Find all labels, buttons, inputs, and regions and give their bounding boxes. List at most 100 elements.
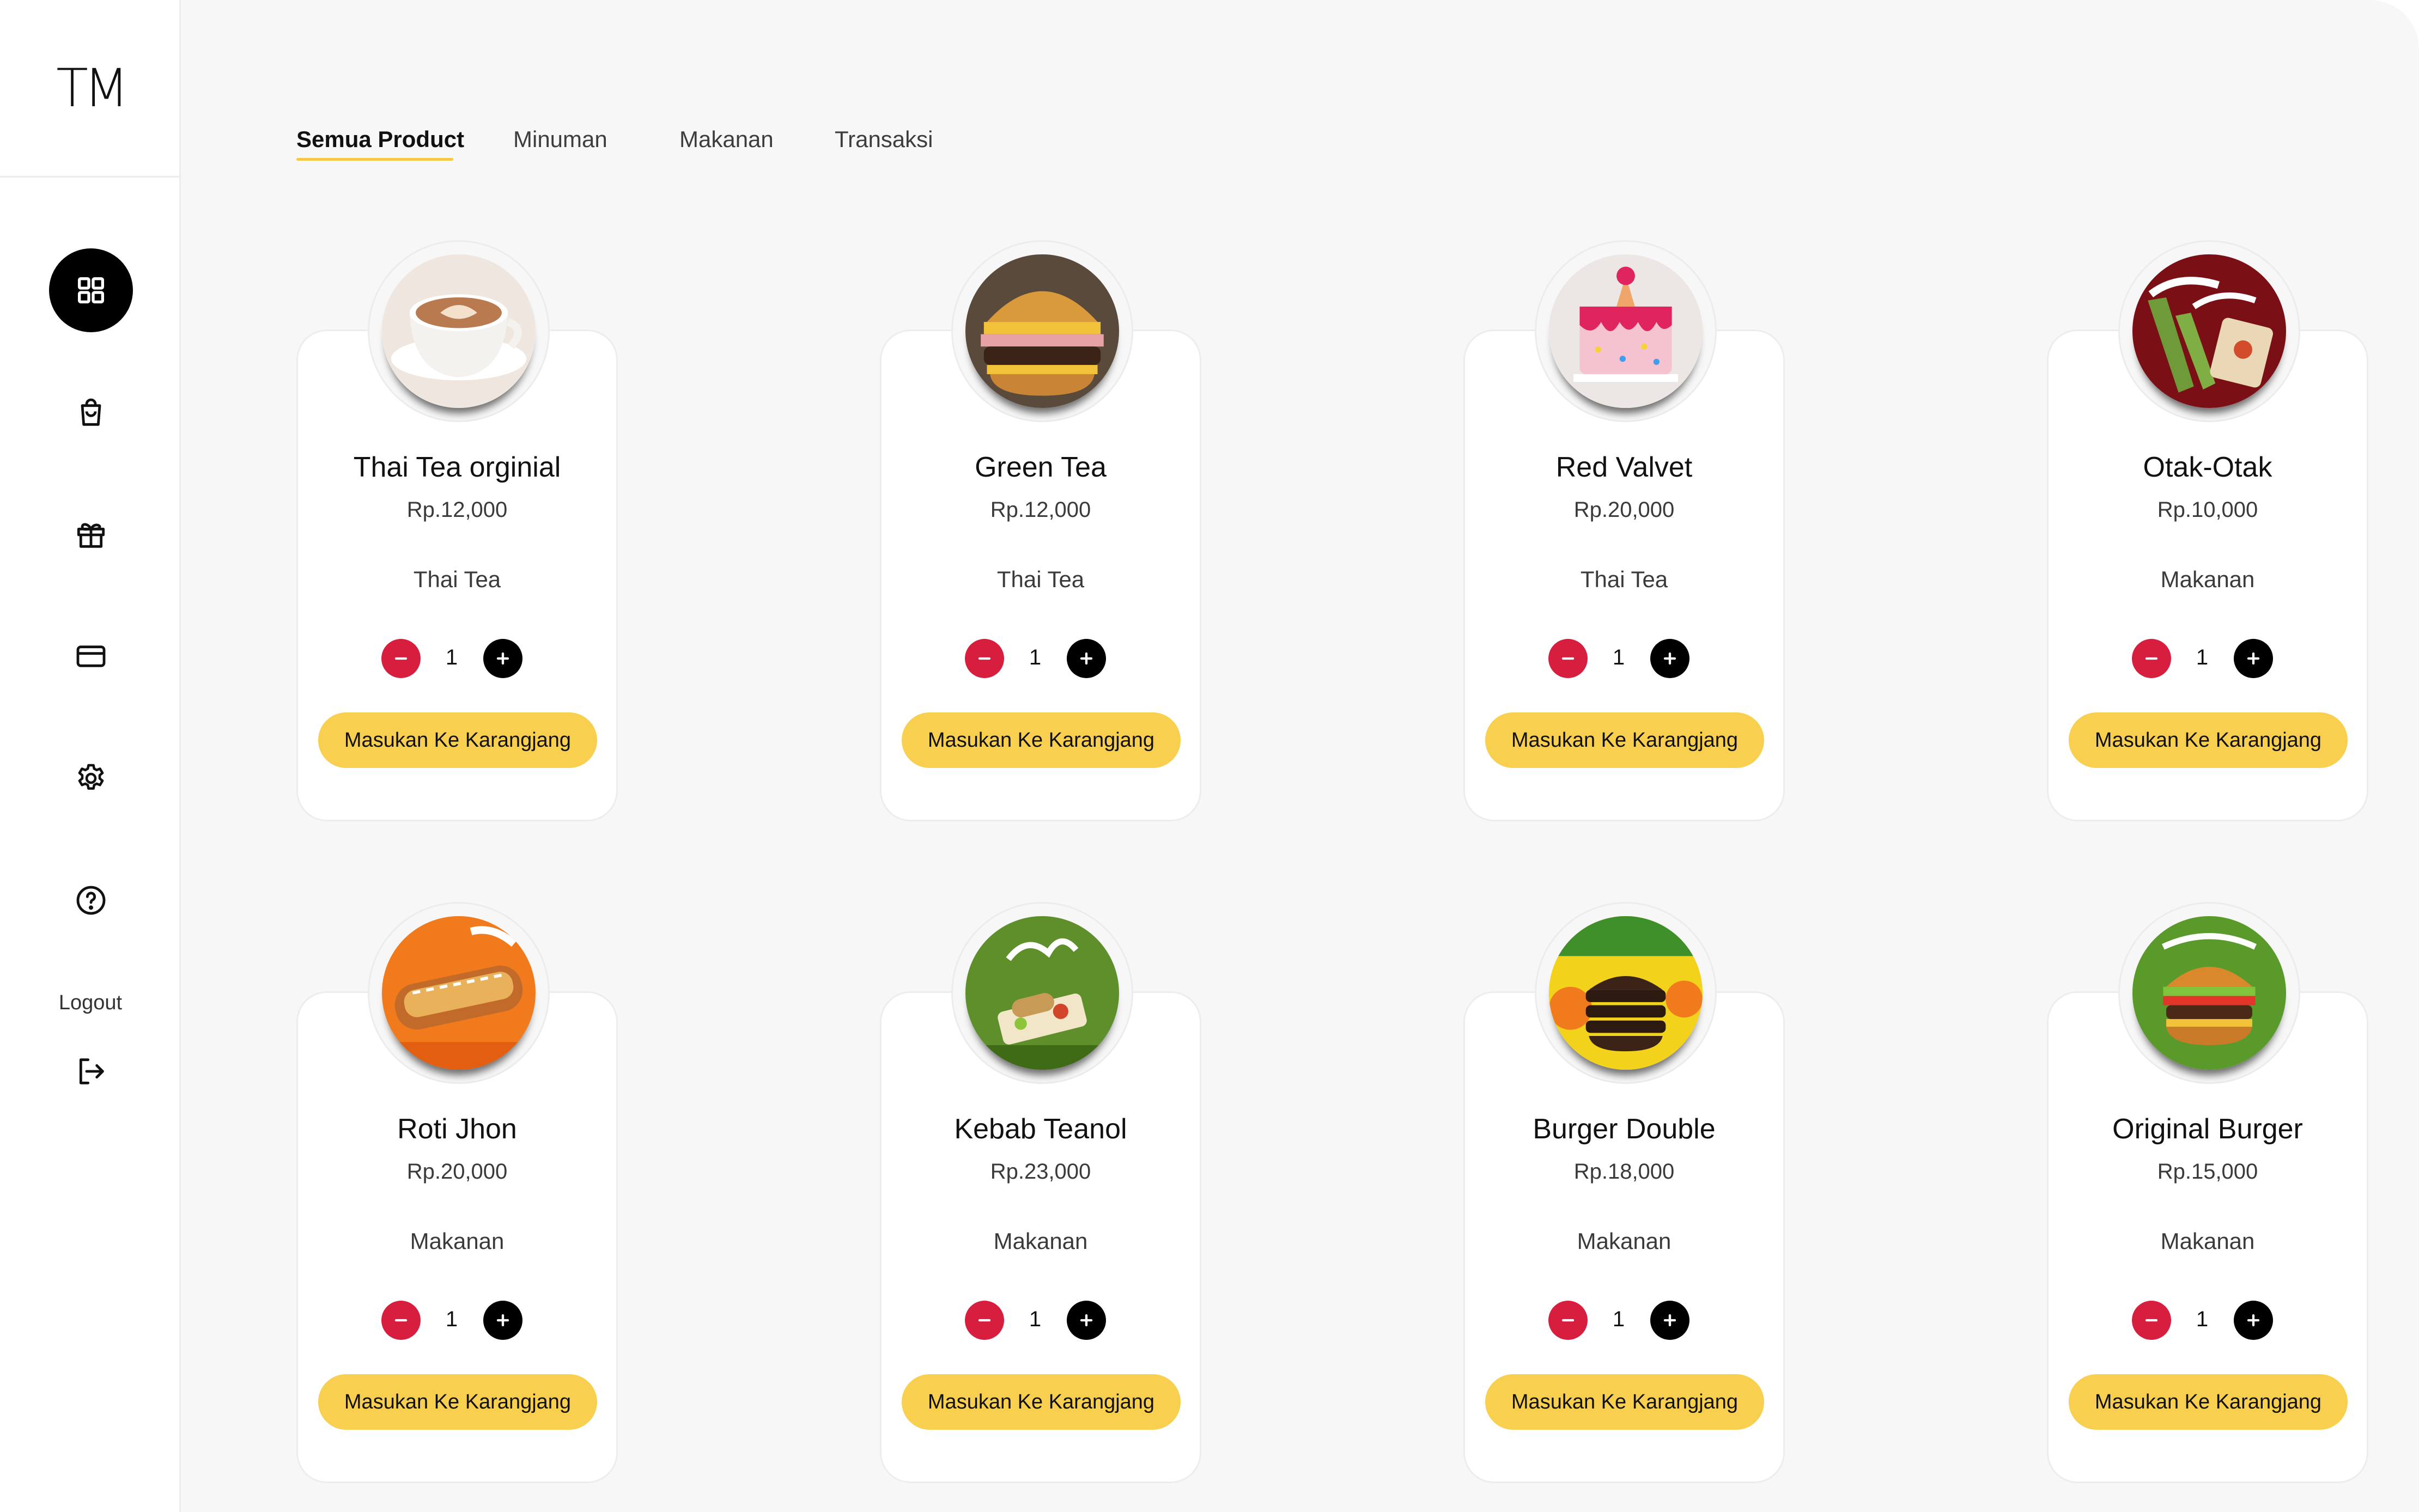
quantity-value: 1 xyxy=(2196,645,2209,669)
decrease-quantity-button[interactable] xyxy=(1548,639,1588,678)
product-image-frame xyxy=(1535,240,1717,422)
increase-quantity-button[interactable] xyxy=(2234,639,2273,678)
decrease-quantity-button[interactable] xyxy=(381,639,421,678)
add-to-cart-button[interactable]: Masukan Ke Karangjang xyxy=(902,712,1181,768)
minus-icon xyxy=(1561,1319,1575,1322)
decrease-quantity-button[interactable] xyxy=(965,639,1004,678)
nav-settings-button[interactable] xyxy=(49,736,133,820)
nav-orders-button[interactable] xyxy=(49,371,133,455)
product-category: Thai Tea xyxy=(1580,566,1668,592)
product-price: Rp.20,000 xyxy=(1573,498,1675,522)
quantity-value: 1 xyxy=(1612,645,1625,669)
coffee-cup-image xyxy=(382,254,536,408)
increase-quantity-button[interactable] xyxy=(1650,1301,1689,1340)
product-price: Rp.12,000 xyxy=(990,498,1091,522)
add-to-cart-button[interactable]: Masukan Ke Karangjang xyxy=(318,1374,597,1430)
product-card: Green Tea Rp.12,000 Thai Tea 1 Masukan K… xyxy=(880,240,1201,821)
product-image xyxy=(2132,916,2286,1070)
product-card: Red Valvet Rp.20,000 Thai Tea 1 Masukan … xyxy=(1463,240,1785,821)
cake-image xyxy=(1549,254,1703,408)
tab-semua-product[interactable]: Semua Product xyxy=(296,126,464,161)
nav-dashboard-button[interactable] xyxy=(49,248,133,332)
logout-button[interactable] xyxy=(49,1029,133,1113)
product-name: Original Burger xyxy=(2112,1113,2303,1145)
product-image xyxy=(382,254,536,408)
add-to-cart-button[interactable]: Masukan Ke Karangjang xyxy=(902,1374,1181,1430)
decrease-quantity-button[interactable] xyxy=(965,1301,1004,1340)
product-image-frame xyxy=(2118,240,2300,422)
app-logo[interactable]: TM xyxy=(0,0,181,178)
decrease-quantity-button[interactable] xyxy=(2132,639,2171,678)
quantity-value: 1 xyxy=(445,645,458,669)
product-image-frame xyxy=(2118,902,2300,1084)
product-category: Makanan xyxy=(1577,1228,1672,1254)
kebab-image xyxy=(965,916,1119,1070)
nav-payments-button[interactable] xyxy=(49,614,133,698)
product-image xyxy=(965,254,1119,408)
product-image-frame xyxy=(368,902,550,1084)
add-to-cart-button[interactable]: Masukan Ke Karangjang xyxy=(318,712,597,768)
minus-icon xyxy=(978,1319,991,1322)
quantity-value: 1 xyxy=(1612,1307,1625,1331)
add-to-cart-button[interactable]: Masukan Ke Karangjang xyxy=(2069,712,2348,768)
product-image xyxy=(382,916,536,1070)
add-to-cart-button[interactable]: Masukan Ke Karangjang xyxy=(1485,1374,1764,1430)
tab-minuman[interactable]: Minuman xyxy=(513,126,607,153)
increase-quantity-button[interactable] xyxy=(1650,639,1689,678)
increase-quantity-button[interactable] xyxy=(1067,639,1106,678)
logout-icon xyxy=(79,1058,104,1084)
tab-makanan[interactable]: Makanan xyxy=(679,126,774,153)
minus-icon xyxy=(2145,1319,2158,1322)
product-price: Rp.18,000 xyxy=(1573,1160,1675,1184)
tab-transaksi[interactable]: Transaksi xyxy=(835,126,933,153)
quantity-stepper: 1 xyxy=(2049,639,2367,679)
roti-jhon-image xyxy=(382,916,536,1070)
product-image-frame xyxy=(951,240,1133,422)
decrease-quantity-button[interactable] xyxy=(2132,1301,2171,1340)
quantity-stepper: 1 xyxy=(298,1301,616,1341)
decrease-quantity-button[interactable] xyxy=(1548,1301,1588,1340)
minus-icon xyxy=(1561,657,1575,660)
plus-icon xyxy=(496,652,509,665)
gear-icon xyxy=(78,764,104,790)
add-to-cart-button[interactable]: Masukan Ke Karangjang xyxy=(1485,712,1764,768)
product-name: Otak-Otak xyxy=(2143,452,2272,483)
increase-quantity-button[interactable] xyxy=(1067,1301,1106,1340)
nav-promotions-button[interactable] xyxy=(49,493,133,577)
decrease-quantity-button[interactable] xyxy=(381,1301,421,1340)
burger-double-image xyxy=(1549,916,1703,1070)
quantity-value: 1 xyxy=(2196,1307,2209,1331)
product-name: Roti Jhon xyxy=(397,1113,517,1145)
quantity-stepper: 1 xyxy=(1465,1301,1783,1341)
product-price: Rp.10,000 xyxy=(2157,498,2258,522)
product-category: Thai Tea xyxy=(413,566,501,592)
plus-icon xyxy=(1663,1314,1676,1327)
burger-image xyxy=(965,254,1119,408)
nav-help-button[interactable] xyxy=(49,858,133,942)
increase-quantity-button[interactable] xyxy=(483,1301,522,1340)
increase-quantity-button[interactable] xyxy=(2234,1301,2273,1340)
product-image-frame xyxy=(951,902,1133,1084)
otak-otak-image xyxy=(2132,254,2286,408)
product-category: Makanan xyxy=(993,1228,1088,1254)
product-image-frame xyxy=(1535,902,1717,1084)
increase-quantity-button[interactable] xyxy=(483,639,522,678)
quantity-stepper: 1 xyxy=(1465,639,1783,679)
product-name: Kebab Teanol xyxy=(954,1113,1127,1145)
product-image xyxy=(965,916,1119,1070)
product-card: Kebab Teanol Rp.23,000 Makanan 1 Masukan… xyxy=(880,902,1201,1483)
product-category: Makanan xyxy=(2160,566,2255,592)
minus-icon xyxy=(2145,657,2158,660)
product-category: Thai Tea xyxy=(996,566,1085,592)
product-name: Red Valvet xyxy=(1555,452,1693,483)
logout-label[interactable]: Logout xyxy=(0,991,181,1015)
plus-icon xyxy=(496,1314,509,1327)
quantity-stepper: 1 xyxy=(882,639,1200,679)
product-image xyxy=(1549,254,1703,408)
credit-card-icon xyxy=(76,645,106,667)
quantity-stepper: 1 xyxy=(2049,1301,2367,1341)
product-category: Makanan xyxy=(410,1228,505,1254)
plus-icon xyxy=(1663,652,1676,665)
add-to-cart-button[interactable]: Masukan Ke Karangjang xyxy=(2069,1374,2348,1430)
sidebar: TM Logout xyxy=(0,0,181,1512)
